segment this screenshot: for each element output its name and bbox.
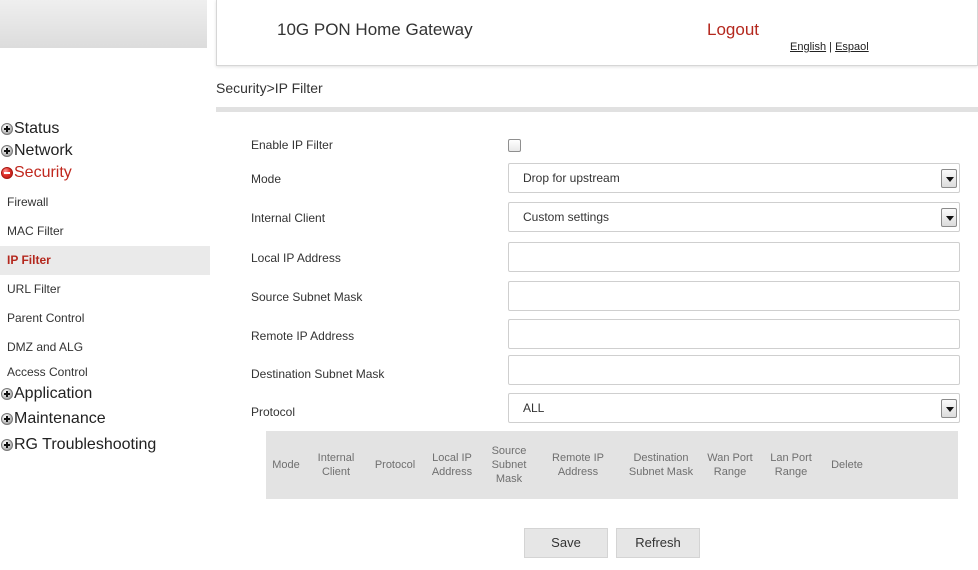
sidebar-item-status[interactable]: Status: [0, 118, 210, 140]
sidebar-item-firewall[interactable]: Firewall: [0, 188, 210, 217]
app-title: 10G PON Home Gateway: [277, 20, 473, 39]
sidebar-item-label: Network: [14, 142, 73, 159]
internal-client-label: Internal Client: [251, 211, 326, 225]
sidebar-item-security[interactable]: Security: [0, 162, 210, 184]
breadcrumb-divider: [216, 107, 978, 112]
sidebar-item-parent-control[interactable]: Parent Control: [0, 304, 210, 333]
lang-english-link[interactable]: English: [790, 41, 826, 53]
column-header-delete: Delete: [831, 459, 863, 471]
lang-separator: |: [826, 41, 836, 53]
sidebar-item-label: RG Troubleshooting: [14, 436, 157, 453]
local-ip-label: Local IP Address: [251, 251, 341, 265]
sidebar-item-rg-troubleshooting[interactable]: RG Troubleshooting: [0, 434, 210, 456]
column-header-remote-ip: Remote IP Address: [552, 452, 604, 478]
sidebar-item-maintenance[interactable]: Maintenance: [0, 408, 210, 430]
sidebar-item-label: Status: [14, 120, 60, 137]
dropdown-arrow-icon[interactable]: [941, 399, 957, 418]
sidebar-item-url-filter[interactable]: URL Filter: [0, 275, 210, 304]
expand-plus-icon: [1, 388, 13, 400]
save-button[interactable]: Save: [524, 528, 608, 558]
sidebar-item-mac-filter[interactable]: MAC Filter: [0, 217, 210, 246]
column-header-source-subnet-mask: Source Subnet Mask: [491, 445, 527, 485]
protocol-select-value: ALL: [523, 401, 545, 415]
column-header-internal-client: Internal Client: [317, 452, 355, 478]
expand-plus-icon: [1, 145, 13, 157]
sidebar-item-label: Maintenance: [14, 410, 106, 427]
remote-ip-label: Remote IP Address: [251, 329, 355, 343]
sidebar-item-application[interactable]: Application: [0, 383, 210, 405]
enable-ip-filter-label: Enable IP Filter: [251, 138, 333, 152]
sidebar-item-network[interactable]: Network: [0, 140, 210, 162]
enable-ip-filter-checkbox[interactable]: [508, 139, 521, 152]
collapse-minus-icon: [1, 167, 13, 179]
mode-select[interactable]: Drop for upstream: [508, 163, 960, 193]
remote-ip-input[interactable]: [508, 319, 960, 349]
sidebar-item-label: Security: [14, 164, 72, 181]
lang-espanol-link[interactable]: Espaol: [835, 41, 869, 53]
column-header-protocol: Protocol: [374, 459, 416, 471]
sidebar: Status Network Security Firewall MAC Fil…: [0, 118, 210, 456]
column-header-local-ip: Local IP Address: [431, 452, 473, 478]
internal-client-select-value: Custom settings: [523, 210, 610, 224]
breadcrumb: Security>IP Filter: [216, 80, 323, 96]
expand-plus-icon: [1, 123, 13, 135]
ip-filter-table-header: Mode Internal Client Protocol Local IP A…: [266, 431, 958, 499]
column-header-mode: Mode: [272, 459, 300, 471]
dropdown-arrow-icon[interactable]: [941, 169, 957, 188]
logout-link[interactable]: Logout: [707, 20, 759, 40]
header-bar: 10G PON Home Gateway Logout English | Es…: [216, 0, 978, 66]
expand-plus-icon: [1, 413, 13, 425]
destination-subnet-mask-input[interactable]: [508, 355, 960, 385]
sidebar-item-label: Application: [14, 385, 93, 402]
source-subnet-mask-input[interactable]: [508, 281, 960, 311]
logo-area: [0, 0, 207, 48]
destination-subnet-mask-label: Destination Subnet Mask: [251, 367, 385, 381]
sidebar-item-ip-filter[interactable]: IP Filter: [0, 246, 210, 275]
column-header-wan-port-range: Wan Port Range: [707, 452, 753, 478]
protocol-label: Protocol: [251, 405, 296, 419]
dropdown-arrow-icon[interactable]: [941, 208, 957, 227]
mode-label: Mode: [251, 172, 282, 186]
mode-select-value: Drop for upstream: [523, 171, 620, 185]
expand-plus-icon: [1, 439, 13, 451]
sidebar-item-access-control[interactable]: Access Control: [0, 362, 210, 383]
refresh-button[interactable]: Refresh: [616, 528, 700, 558]
language-switch: English | Espaol: [790, 41, 869, 53]
column-header-lan-port-range: Lan Port Range: [770, 452, 812, 478]
column-header-destination-subnet-mask: Destination Subnet Mask: [628, 452, 694, 478]
source-subnet-mask-label: Source Subnet Mask: [251, 290, 363, 304]
sidebar-item-dmz-alg[interactable]: DMZ and ALG: [0, 333, 210, 362]
internal-client-select[interactable]: Custom settings: [508, 202, 960, 232]
local-ip-input[interactable]: [508, 242, 960, 272]
protocol-select[interactable]: ALL: [508, 393, 960, 423]
